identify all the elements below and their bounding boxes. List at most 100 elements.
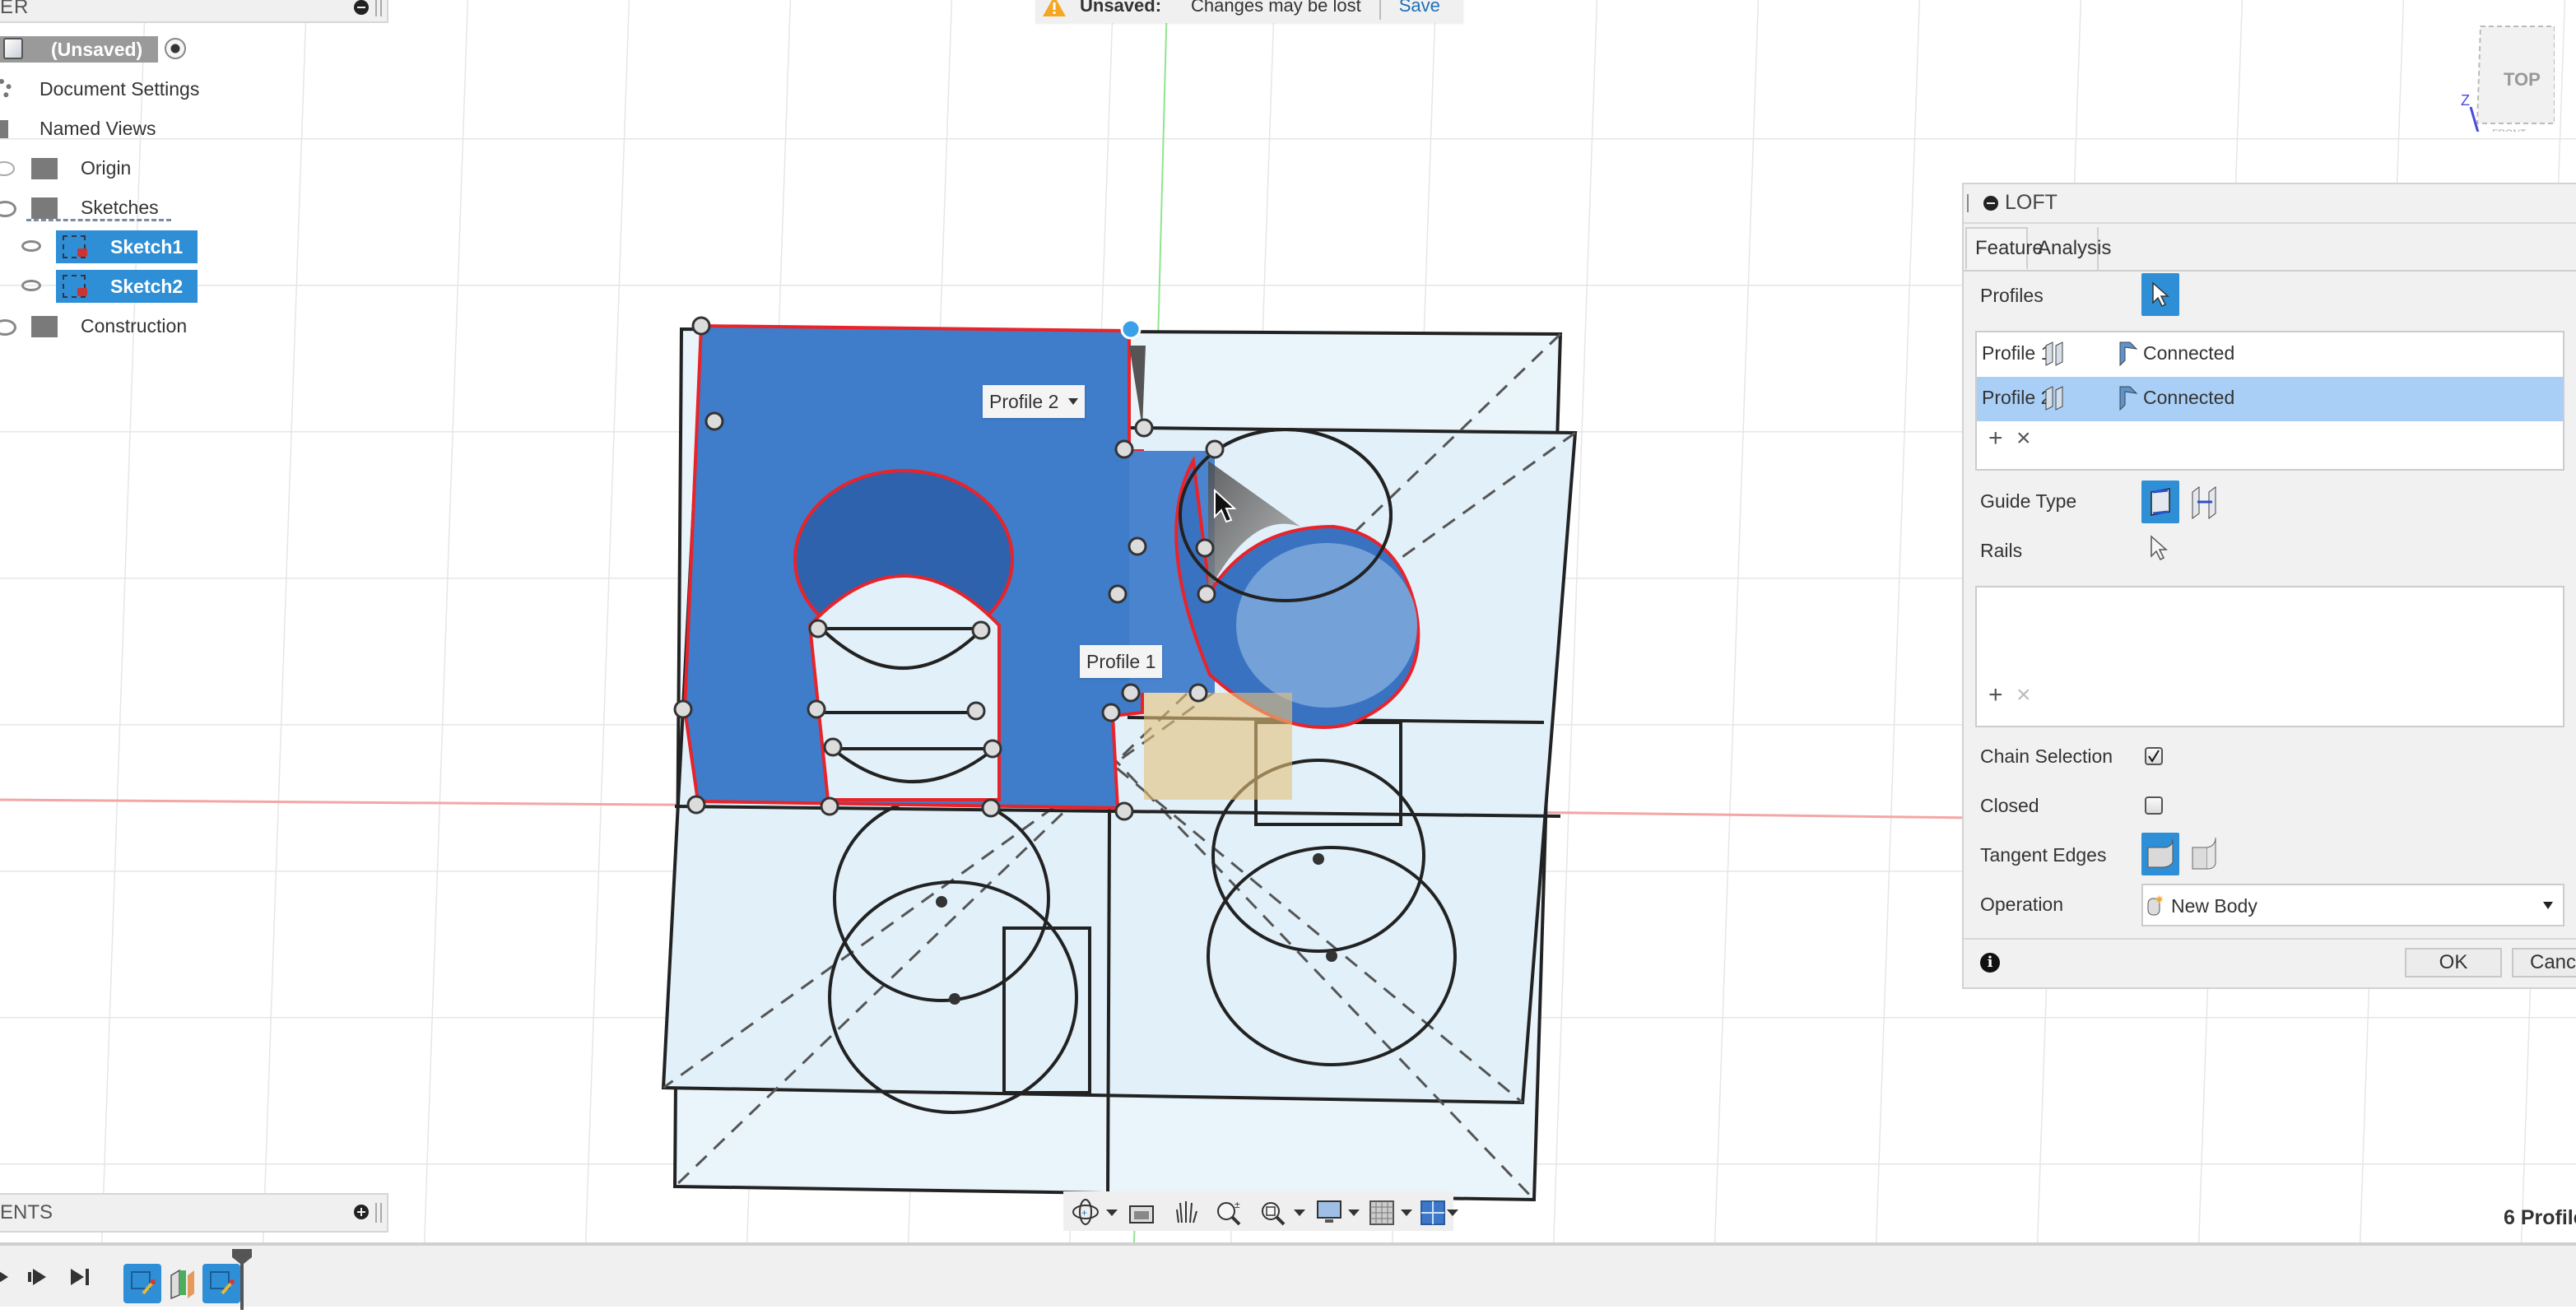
ok-button[interactable]: OK — [2405, 948, 2502, 977]
warning-icon — [1042, 0, 1067, 17]
chevron-down-icon[interactable] — [1106, 1210, 1118, 1216]
profile-condition[interactable]: Connected — [2143, 342, 2234, 364]
remove-profile-button[interactable]: × — [2016, 425, 2031, 453]
operation-dropdown[interactable]: ✷ New Body — [2141, 884, 2564, 926]
play-icon[interactable] — [0, 1267, 12, 1291]
eye-icon[interactable] — [21, 280, 41, 291]
tab-feature[interactable]: Feature — [1965, 227, 2044, 270]
banner-divider — [1379, 0, 1381, 20]
browser-item-label: Construction — [81, 314, 188, 337]
profile-name: Profile 1 — [1982, 342, 2052, 364]
connected-icon[interactable] — [2118, 385, 2138, 411]
profiles-label: Profiles — [1980, 285, 2044, 306]
chain-selection-checkbox[interactable] — [2145, 747, 2163, 765]
guide-type-rails-button[interactable] — [2141, 481, 2179, 523]
rails-select-cursor-icon[interactable] — [2146, 535, 2171, 563]
chevron-down-icon[interactable] — [1447, 1210, 1458, 1216]
profile-2-callout[interactable]: Profile 2 — [983, 385, 1086, 418]
guide-type-centerline-button[interactable] — [2189, 484, 2222, 520]
step-forward-icon[interactable] — [28, 1267, 49, 1291]
add-comment-icon[interactable] — [354, 1205, 369, 1219]
chevron-down-icon[interactable] — [1294, 1210, 1305, 1216]
loft-dialog-header[interactable]: LOFT — [1964, 184, 2576, 224]
profile-swap-icon[interactable] — [2044, 385, 2064, 411]
info-icon[interactable]: i — [1980, 953, 2000, 973]
comments-title: ENTS — [0, 1201, 53, 1223]
zoom-window-icon[interactable] — [1259, 1198, 1287, 1226]
svg-text:+: + — [1081, 1207, 1087, 1219]
pan-icon[interactable] — [1172, 1198, 1200, 1226]
loft-face-highlight — [1236, 543, 1417, 708]
loft-tabs: Feature Analysis — [1964, 227, 2576, 272]
collapse-icon[interactable] — [354, 0, 369, 15]
browser-root-label: (Unsaved) — [51, 38, 143, 60]
profile-1-callout-label: Profile 1 — [1086, 650, 1156, 672]
lock-icon — [77, 248, 87, 257]
orbit-icon[interactable]: + — [1072, 1198, 1100, 1226]
browser-item-label: Sketches — [81, 196, 159, 218]
collapse-icon[interactable] — [1983, 196, 1998, 211]
chevron-down-icon[interactable] — [1068, 398, 1079, 405]
unsaved-banner: Unsaved: Changes may be lost Save — [1035, 0, 1463, 23]
new-body-icon: ✷ — [2146, 893, 2166, 918]
tangent-edges-merge-button[interactable] — [2141, 833, 2179, 875]
sketch1-selected[interactable]: Sketch1 — [56, 230, 198, 263]
browser-item-sketch1[interactable]: Sketch1 — [15, 230, 198, 263]
panel-grip-handle[interactable] — [375, 0, 382, 16]
dialog-grip-handle[interactable] — [1967, 194, 1972, 212]
grid-icon[interactable] — [1368, 1198, 1396, 1226]
browser-item-label: Named Views — [40, 117, 156, 139]
browser-item-construction[interactable]: Construction — [0, 309, 207, 342]
display-settings-icon[interactable] — [1315, 1198, 1343, 1226]
profiles-select-button[interactable] — [2141, 273, 2179, 316]
tangent-edges-keep-button[interactable] — [2189, 836, 2222, 872]
browser-item-sketches[interactable]: Sketches — [0, 191, 174, 224]
selected-vertex-handle[interactable] — [1120, 318, 1142, 340]
viewcube-front-label[interactable]: FRONT — [2492, 128, 2527, 139]
profile-2-callout-label: Profile 2 — [989, 390, 1059, 412]
profile-row-2[interactable]: Profile 2 Connected — [1977, 377, 2563, 421]
eye-icon[interactable] — [0, 201, 16, 217]
closed-checkbox[interactable] — [2145, 796, 2163, 815]
add-profile-button[interactable]: + — [1988, 425, 2003, 453]
profile-row-1[interactable]: Profile 1 Connected — [1977, 332, 2563, 377]
browser-item-sketch2[interactable]: Sketch2 — [15, 270, 198, 303]
browser-item-origin[interactable]: Origin — [0, 151, 148, 184]
profiles-list: Profile 1 Connected Profile 2 Connected … — [1975, 331, 2564, 471]
sketch2-selected[interactable]: Sketch2 — [56, 270, 198, 303]
save-link[interactable]: Save — [1399, 0, 1440, 16]
timeline-loft-feature[interactable] — [168, 1264, 206, 1303]
chevron-down-icon[interactable] — [1401, 1210, 1412, 1216]
connected-icon[interactable] — [2118, 341, 2138, 367]
look-at-icon[interactable] — [1128, 1198, 1155, 1226]
go-to-end-icon[interactable] — [71, 1267, 92, 1291]
add-rail-button[interactable]: + — [1988, 681, 2003, 709]
profile-swap-icon[interactable] — [2044, 341, 2064, 367]
cancel-button[interactable]: Cancel — [2512, 948, 2576, 977]
eye-icon[interactable] — [0, 319, 16, 336]
gear-icon[interactable] — [0, 79, 12, 99]
viewcube[interactable]: TOP FRONT Z — [2456, 16, 2555, 147]
browser-panel-header: ER — [0, 0, 388, 23]
timeline — [0, 1242, 2576, 1310]
zoom-icon[interactable]: ± — [1215, 1198, 1243, 1226]
chevron-down-icon[interactable] — [2543, 902, 2553, 909]
viewcube-top-label[interactable]: TOP — [2504, 69, 2541, 90]
folder-icon — [31, 316, 58, 337]
eye-hidden-icon[interactable] — [0, 161, 15, 176]
tab-analysis[interactable]: Analysis — [2030, 227, 2111, 270]
activate-radio[interactable] — [165, 38, 186, 59]
chevron-down-icon[interactable] — [1348, 1210, 1360, 1216]
browser-item-label: Document Settings — [40, 77, 200, 100]
profile-condition[interactable]: Connected — [2143, 387, 2234, 409]
browser-item-document-settings[interactable]: Document Settings — [0, 72, 219, 105]
panel-grip-handle[interactable] — [375, 1203, 382, 1223]
viewports-icon[interactable] — [1419, 1198, 1447, 1226]
browser-root-item[interactable]: (Unsaved) — [0, 36, 158, 63]
eye-icon[interactable] — [21, 240, 41, 252]
browser-item-named-views[interactable]: Named Views — [0, 112, 173, 145]
operation-value: New Body — [2171, 895, 2257, 917]
profile-1-callout[interactable]: Profile 1 — [1080, 645, 1163, 678]
timeline-marker[interactable] — [232, 1249, 252, 1310]
timeline-sketch-feature[interactable] — [123, 1264, 161, 1303]
